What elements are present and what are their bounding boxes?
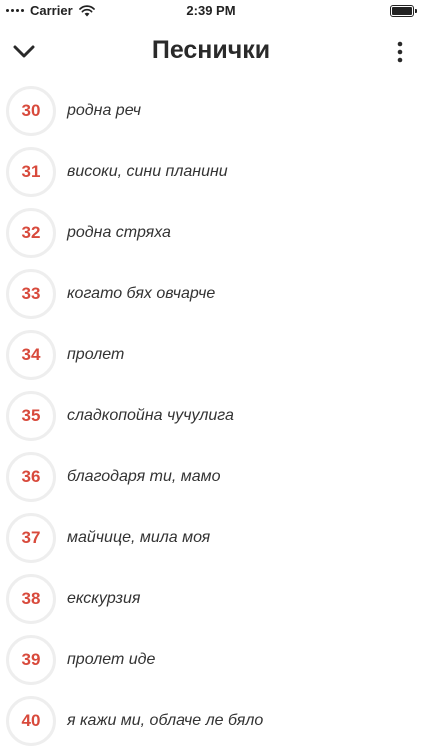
status-time: 2:39 PM bbox=[186, 3, 236, 18]
song-number-badge: 37 bbox=[6, 512, 56, 563]
page-title: Песнички bbox=[151, 36, 271, 64]
song-title: пролет bbox=[67, 345, 125, 363]
more-menu-button[interactable] bbox=[390, 38, 410, 66]
song-list-item[interactable]: 37 майчице, мила моя bbox=[0, 507, 422, 568]
song-title: благодаря ти, мамо bbox=[67, 467, 221, 485]
song-number-badge: 31 bbox=[6, 146, 56, 197]
song-list-item[interactable]: 32 родна стряха bbox=[0, 202, 422, 263]
song-list-item[interactable]: 40 я кажи ми, облаче ле бяло bbox=[0, 690, 422, 750]
song-title: родна стряха bbox=[67, 223, 171, 241]
status-bar: Carrier 2:39 PM bbox=[0, 0, 422, 22]
song-list-item[interactable]: 30 родна реч bbox=[0, 80, 422, 141]
song-number-badge: 30 bbox=[6, 85, 56, 136]
song-title: високи, сини планини bbox=[67, 162, 228, 180]
song-list-item[interactable]: 36 благодаря ти, мамо bbox=[0, 446, 422, 507]
song-number-badge: 32 bbox=[6, 207, 56, 258]
more-vertical-icon bbox=[397, 41, 403, 63]
song-number-badge: 39 bbox=[6, 634, 56, 685]
song-number-badge: 36 bbox=[6, 451, 56, 502]
battery-icon bbox=[390, 5, 417, 17]
song-title: родна реч bbox=[67, 101, 141, 119]
song-title: пролет иде bbox=[67, 650, 156, 668]
song-number-badge: 34 bbox=[6, 329, 56, 380]
song-title: екскурзия bbox=[67, 589, 141, 607]
song-list-item[interactable]: 33 когато бях овчарче bbox=[0, 263, 422, 324]
song-list: 30 родна реч 31 високи, сини планини 32 … bbox=[0, 80, 422, 750]
song-title: майчице, мила моя bbox=[67, 528, 211, 546]
battery-fill bbox=[392, 7, 412, 15]
song-title: когато бях овчарче bbox=[67, 284, 216, 302]
song-number-badge: 40 bbox=[6, 695, 56, 746]
song-title: сладкопойна чучулига bbox=[67, 406, 234, 424]
nav-bar: Песнички bbox=[0, 30, 422, 74]
song-list-item[interactable]: 39 пролет иде bbox=[0, 629, 422, 690]
song-number-badge: 35 bbox=[6, 390, 56, 441]
song-list-item[interactable]: 35 сладкопойна чучулига bbox=[0, 385, 422, 446]
song-number-badge: 38 bbox=[6, 573, 56, 624]
song-number-badge: 33 bbox=[6, 268, 56, 319]
song-list-item[interactable]: 31 високи, сини планини bbox=[0, 141, 422, 202]
song-title: я кажи ми, облаче ле бяло bbox=[67, 711, 264, 729]
song-list-item[interactable]: 34 пролет bbox=[0, 324, 422, 385]
song-list-item[interactable]: 38 екскурзия bbox=[0, 568, 422, 629]
